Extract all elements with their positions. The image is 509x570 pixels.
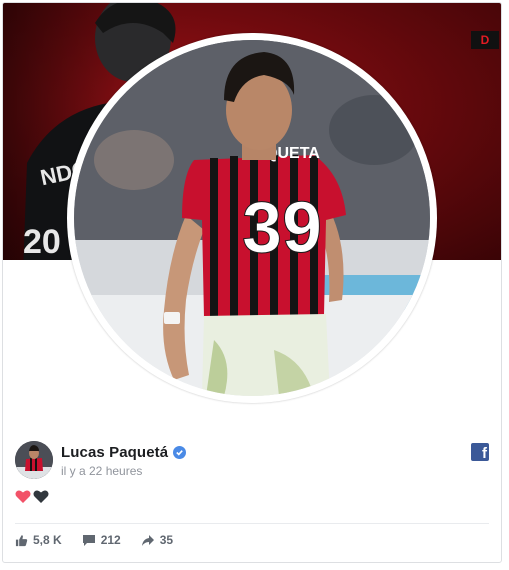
cover-badge: D (471, 31, 499, 49)
facebook-logo-icon[interactable]: f (471, 443, 489, 461)
verified-badge-icon (173, 446, 187, 459)
shares-count: 35 (159, 533, 174, 547)
stats-divider (15, 523, 489, 524)
thumbs-up-icon (15, 534, 28, 546)
comments-count: 212 (100, 533, 121, 547)
author-name[interactable]: Lucas Paquetá (61, 444, 168, 461)
share-arrow-icon (141, 534, 154, 546)
engagement-stats: 5,8 K 212 35 (15, 533, 193, 547)
author-name-row: Lucas Paquetá (61, 444, 187, 461)
profile-photo[interactable]: PAQUETA 39 (74, 40, 430, 396)
author-avatar[interactable] (15, 441, 53, 479)
comment-icon (82, 534, 95, 546)
likes-count: 5,8 K (33, 533, 62, 547)
shares-stat[interactable]: 35 (141, 533, 173, 547)
author-avatar-image (15, 441, 53, 479)
reactions-row (15, 489, 49, 504)
post-header: Lucas Paquetá il y a 22 heures f (3, 429, 501, 489)
cover-jersey-number: 20 (23, 223, 61, 260)
black-heart-icon (33, 490, 49, 503)
post-timestamp[interactable]: il y a 22 heures (61, 464, 142, 478)
player-illustration: PAQUETA 39 (74, 40, 430, 396)
heart-icon (15, 490, 31, 503)
jersey-number: 39 (242, 188, 322, 268)
facebook-post-card: NDG 20 D PAQUETA 39 Lucas Paquetá il y a… (2, 2, 502, 563)
likes-stat[interactable]: 5,8 K (15, 533, 62, 547)
comments-stat[interactable]: 212 (82, 533, 121, 547)
